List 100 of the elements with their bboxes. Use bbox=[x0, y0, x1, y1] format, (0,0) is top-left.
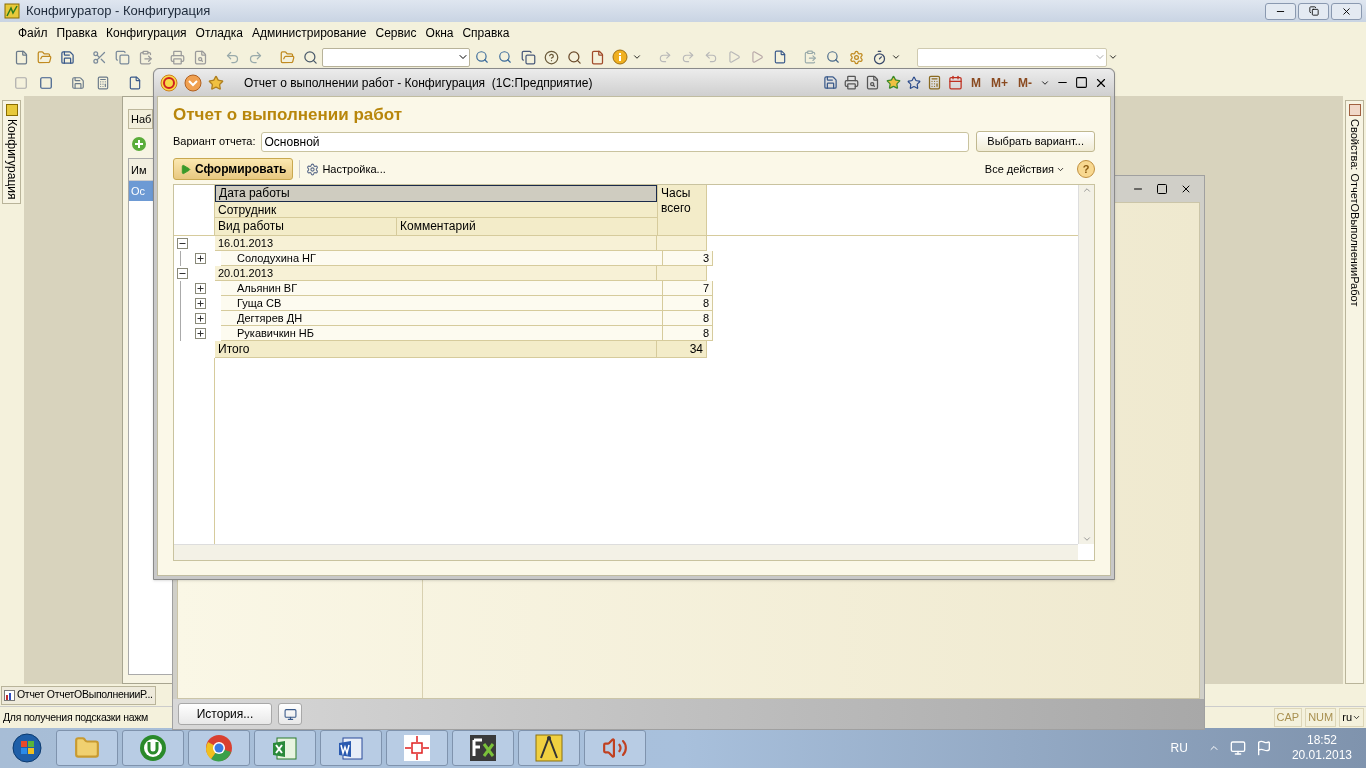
find-folder-icon[interactable] bbox=[279, 49, 295, 65]
menu-item[interactable]: Справка bbox=[458, 24, 514, 42]
expand-icon[interactable] bbox=[195, 283, 206, 294]
app-logo-icon[interactable] bbox=[160, 73, 178, 92]
connection-button[interactable] bbox=[278, 703, 302, 725]
bookmark-icon bbox=[907, 75, 921, 90]
hours-cell: 8 bbox=[663, 326, 713, 341]
choose-variant-button[interactable]: Выбрать вариант... bbox=[976, 131, 1095, 152]
close-icon bbox=[1180, 183, 1192, 195]
find-next-icon[interactable] bbox=[475, 50, 489, 64]
document-icon bbox=[337, 734, 365, 762]
all-actions-button[interactable]: Все действия bbox=[984, 160, 1065, 178]
window-tab[interactable]: Отчет ОтчетОВыполненииР... bbox=[1, 685, 156, 705]
module-icon[interactable] bbox=[773, 50, 787, 64]
configuration-icon bbox=[5, 104, 18, 116]
add-icon[interactable] bbox=[131, 136, 147, 152]
info-icon[interactable] bbox=[612, 49, 628, 65]
restore-button[interactable] bbox=[1298, 2, 1329, 20]
memory-button[interactable]: M- bbox=[1016, 73, 1034, 92]
find-previous-icon[interactable] bbox=[498, 50, 512, 64]
expand-icon[interactable] bbox=[195, 298, 206, 309]
side-tab[interactable]: Конфигурация bbox=[2, 100, 21, 204]
field-label: Вариант отчета: bbox=[173, 134, 256, 150]
help-button[interactable]: ? bbox=[1077, 160, 1095, 178]
help-icon[interactable] bbox=[543, 49, 559, 65]
employee-cell: Дегтярев ДН bbox=[221, 311, 663, 326]
print-icon[interactable] bbox=[169, 49, 185, 65]
expand-icon[interactable] bbox=[195, 313, 206, 324]
settings-icon bbox=[306, 162, 320, 176]
memory-button[interactable]: M+ bbox=[989, 73, 1010, 92]
generate-button[interactable]: Сформировать bbox=[173, 158, 294, 180]
settings-button[interactable]: Настройка... bbox=[306, 160, 386, 178]
total-label: Итого bbox=[215, 341, 657, 358]
grid-icon[interactable] bbox=[96, 76, 110, 90]
taskbar-button[interactable] bbox=[452, 730, 514, 766]
tab[interactable]: Наб bbox=[128, 109, 154, 129]
timer-icon[interactable] bbox=[871, 49, 887, 65]
combo-field[interactable] bbox=[917, 47, 1107, 67]
print-preview-icon[interactable] bbox=[192, 49, 208, 65]
windows-icon[interactable] bbox=[520, 49, 536, 65]
tools-icon[interactable] bbox=[848, 49, 864, 65]
save-icon[interactable] bbox=[59, 49, 75, 65]
total-cell: 34 bbox=[657, 341, 707, 358]
maximize-icon bbox=[1156, 183, 1168, 195]
copy-icon[interactable] bbox=[114, 49, 130, 65]
collapse-icon[interactable] bbox=[177, 238, 188, 249]
compass-icon bbox=[535, 734, 563, 762]
print-preview-icon bbox=[865, 75, 880, 90]
hours-cell: 8 bbox=[663, 296, 713, 311]
column-header: Комментарий bbox=[399, 218, 477, 235]
window-zoom-icon[interactable] bbox=[826, 50, 840, 64]
fx-icon bbox=[469, 734, 497, 762]
redo-icon[interactable] bbox=[247, 49, 263, 65]
start-button[interactable] bbox=[12, 733, 42, 763]
hours-cell: 8 bbox=[663, 311, 713, 326]
horizontal-scrollbar[interactable] bbox=[174, 544, 1078, 560]
play-icon bbox=[180, 163, 191, 175]
column-header: Сотрудник bbox=[215, 202, 657, 218]
close-button[interactable] bbox=[1331, 2, 1362, 20]
document-icon[interactable] bbox=[589, 49, 605, 65]
form-icon[interactable] bbox=[39, 76, 53, 90]
menu-item[interactable]: Конфигурация bbox=[102, 24, 191, 42]
menu-item[interactable]: Окна bbox=[421, 24, 458, 42]
menu-item[interactable]: Сервис bbox=[371, 24, 421, 42]
history-button[interactable]: История... bbox=[178, 703, 272, 725]
open-folder-icon[interactable] bbox=[36, 49, 52, 65]
expand-icon[interactable] bbox=[195, 328, 206, 339]
menu-item[interactable]: Правка bbox=[52, 24, 102, 42]
expand-icon[interactable] bbox=[195, 253, 206, 264]
new-document-icon[interactable] bbox=[13, 49, 29, 65]
taskbar-button[interactable] bbox=[320, 730, 382, 766]
database-icon[interactable] bbox=[71, 76, 85, 90]
network-icon bbox=[1229, 740, 1246, 756]
status-indicator: NUM bbox=[1305, 708, 1337, 727]
maximize-icon bbox=[1075, 76, 1088, 89]
search-icon[interactable] bbox=[302, 49, 318, 65]
memory-button[interactable]: M bbox=[969, 73, 983, 92]
properties-icon bbox=[1348, 104, 1361, 116]
language-selector[interactable]: ru bbox=[1339, 708, 1364, 727]
employee-cell: Рукавичкин НБ bbox=[221, 326, 663, 341]
calculator-icon bbox=[927, 75, 942, 90]
computer-icon bbox=[283, 707, 297, 721]
search-field[interactable] bbox=[322, 47, 470, 67]
undo-icon[interactable] bbox=[224, 49, 240, 65]
page-icon[interactable] bbox=[128, 76, 142, 90]
side-tab[interactable]: Свойства: ОтчетОВыполненииРабот bbox=[1345, 100, 1364, 684]
taskbar-button[interactable] bbox=[518, 730, 580, 766]
cut-icon[interactable] bbox=[91, 49, 107, 65]
spreadsheet-icon bbox=[271, 734, 299, 762]
employee-cell: Гуща СВ bbox=[221, 296, 663, 311]
paste-icon[interactable] bbox=[137, 49, 153, 65]
variant-field[interactable]: Основной bbox=[260, 131, 970, 152]
clipboard-icon[interactable] bbox=[803, 50, 817, 64]
calendar-icon bbox=[948, 75, 963, 90]
collapse-icon[interactable] bbox=[177, 268, 188, 279]
menu-circle-icon[interactable] bbox=[184, 73, 202, 92]
search-help-icon[interactable] bbox=[566, 49, 582, 65]
menu-item[interactable]: Администрирование bbox=[248, 24, 371, 42]
menu-item[interactable]: Отладка bbox=[191, 24, 248, 42]
menu-item[interactable]: Файл bbox=[14, 24, 52, 42]
